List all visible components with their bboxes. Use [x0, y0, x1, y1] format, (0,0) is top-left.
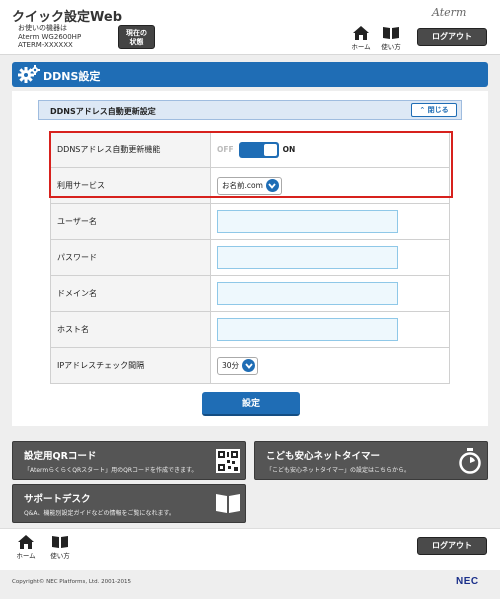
footer-home-nav[interactable]: ホーム — [14, 535, 38, 560]
device-caption: お使いの機器は — [18, 24, 67, 32]
device-name: ATERM-XXXXXX — [18, 41, 73, 49]
book-icon — [52, 536, 68, 548]
support-tile-desc: Q&A、機能別設定ガイドなどの情報をご覧になれます。 — [24, 510, 175, 517]
book-icon — [383, 27, 399, 39]
submit-button[interactable]: 設定 — [202, 392, 300, 416]
domain-input[interactable] — [217, 282, 398, 305]
chevron-down-icon — [242, 359, 256, 372]
home-nav[interactable]: ホーム — [349, 26, 373, 51]
timer-tile-desc: 「こども安心ネットタイマー」の設定はこちらから。 — [266, 467, 411, 474]
toggle-track[interactable] — [238, 141, 279, 158]
domain-label: ドメイン名 — [50, 275, 211, 312]
page-title: DDNS設定 — [43, 70, 101, 83]
form-row-interval: IPアドレスチェック間隔 30分 — [50, 347, 450, 384]
qr-tile-title: 設定用QRコード — [24, 451, 97, 462]
username-label: ユーザー名 — [50, 203, 211, 240]
password-input[interactable] — [217, 246, 398, 269]
form-row-host: ホスト名 — [50, 311, 450, 348]
footer-logout-button[interactable]: ログアウト — [417, 537, 487, 555]
toggle-on-label: ON — [282, 145, 296, 154]
form-row-password: パスワード — [50, 239, 450, 276]
footer-home-label: ホーム — [16, 552, 36, 560]
howto-label: 使い方 — [381, 43, 401, 51]
nec-logo: NEC — [456, 576, 479, 587]
timer-tile-title: こども安心ネットタイマー — [266, 451, 381, 462]
interval-value: 30分 — [222, 361, 240, 370]
footer-howto-nav[interactable]: 使い方 — [48, 535, 72, 560]
qr-code-tile[interactable]: 設定用QRコード 「AtermらくらくQRスタート」用のQRコードを作成できます… — [12, 441, 246, 480]
aterm-logo: Aterm — [432, 6, 467, 19]
service-label: 利用サービス — [50, 167, 211, 204]
header: クイック設定Web お使いの機器は Aterm WG2600HP ATERM-X… — [0, 0, 500, 55]
current-status-button[interactable]: 現在の 状態 — [118, 25, 155, 49]
home-label: ホーム — [351, 43, 371, 51]
chevron-down-icon — [265, 179, 279, 192]
book-icon — [216, 494, 240, 513]
support-tile-title: サポートデスク — [24, 494, 91, 505]
auto-update-label: DDNSアドレス自動更新機能 — [50, 131, 211, 168]
page-title-bar: DDNS設定 — [12, 62, 488, 87]
gear-icon — [18, 65, 40, 83]
toggle-knob — [263, 143, 277, 156]
kids-timer-tile[interactable]: こども安心ネットタイマー 「こども安心ネットタイマー」の設定はこちらから。 — [254, 441, 488, 480]
section-header: DDNSアドレス自動更新設定 — [38, 100, 462, 120]
stopwatch-icon — [459, 448, 481, 474]
username-input[interactable] — [217, 210, 398, 233]
qr-code-icon — [216, 449, 240, 473]
section-title: DDNSアドレス自動更新設定 — [50, 107, 156, 116]
form-row-auto-update: DDNSアドレス自動更新機能 OFF ON — [50, 131, 450, 168]
chevron-up-icon: ⌃ — [419, 106, 426, 114]
footer-bar: ホーム 使い方 ログアウト — [0, 528, 500, 570]
host-label: ホスト名 — [50, 311, 211, 348]
support-desk-tile[interactable]: サポートデスク Q&A、機能別設定ガイドなどの情報をご覧になれます。 — [12, 484, 246, 523]
interval-select[interactable]: 30分 — [217, 356, 259, 375]
ddns-form: DDNSアドレス自動更新機能 OFF ON 利用サービス お名前.com ユーザ… — [50, 131, 450, 384]
password-label: パスワード — [50, 239, 211, 276]
form-row-domain: ドメイン名 — [50, 275, 450, 312]
auto-update-toggle[interactable]: OFF ON — [217, 141, 296, 158]
copyright: Copyright© NEC Platforms, Ltd. 2001-2015 — [12, 579, 132, 585]
toggle-off-label: OFF — [217, 145, 234, 154]
device-model: Aterm WG2600HP — [18, 32, 82, 41]
service-value: お名前.com — [222, 181, 263, 190]
device-info: お使いの機器は Aterm WG2600HP ATERM-XXXXXX — [18, 24, 81, 50]
host-input[interactable] — [217, 318, 398, 341]
home-icon — [353, 26, 369, 40]
form-row-service: 利用サービス お名前.com — [50, 167, 450, 204]
close-section-button[interactable]: ⌃ 閉じる — [411, 103, 457, 117]
service-select[interactable]: お名前.com — [217, 176, 282, 195]
app-title: クイック設定Web — [12, 10, 122, 25]
howto-nav[interactable]: 使い方 — [379, 26, 403, 51]
qr-tile-desc: 「AtermらくらくQRスタート」用のQRコードを作成できます。 — [24, 467, 198, 474]
logout-button[interactable]: ログアウト — [417, 28, 487, 46]
form-row-username: ユーザー名 — [50, 203, 450, 240]
interval-label: IPアドレスチェック間隔 — [50, 347, 211, 384]
home-icon — [18, 535, 34, 549]
footer-howto-label: 使い方 — [50, 552, 70, 560]
